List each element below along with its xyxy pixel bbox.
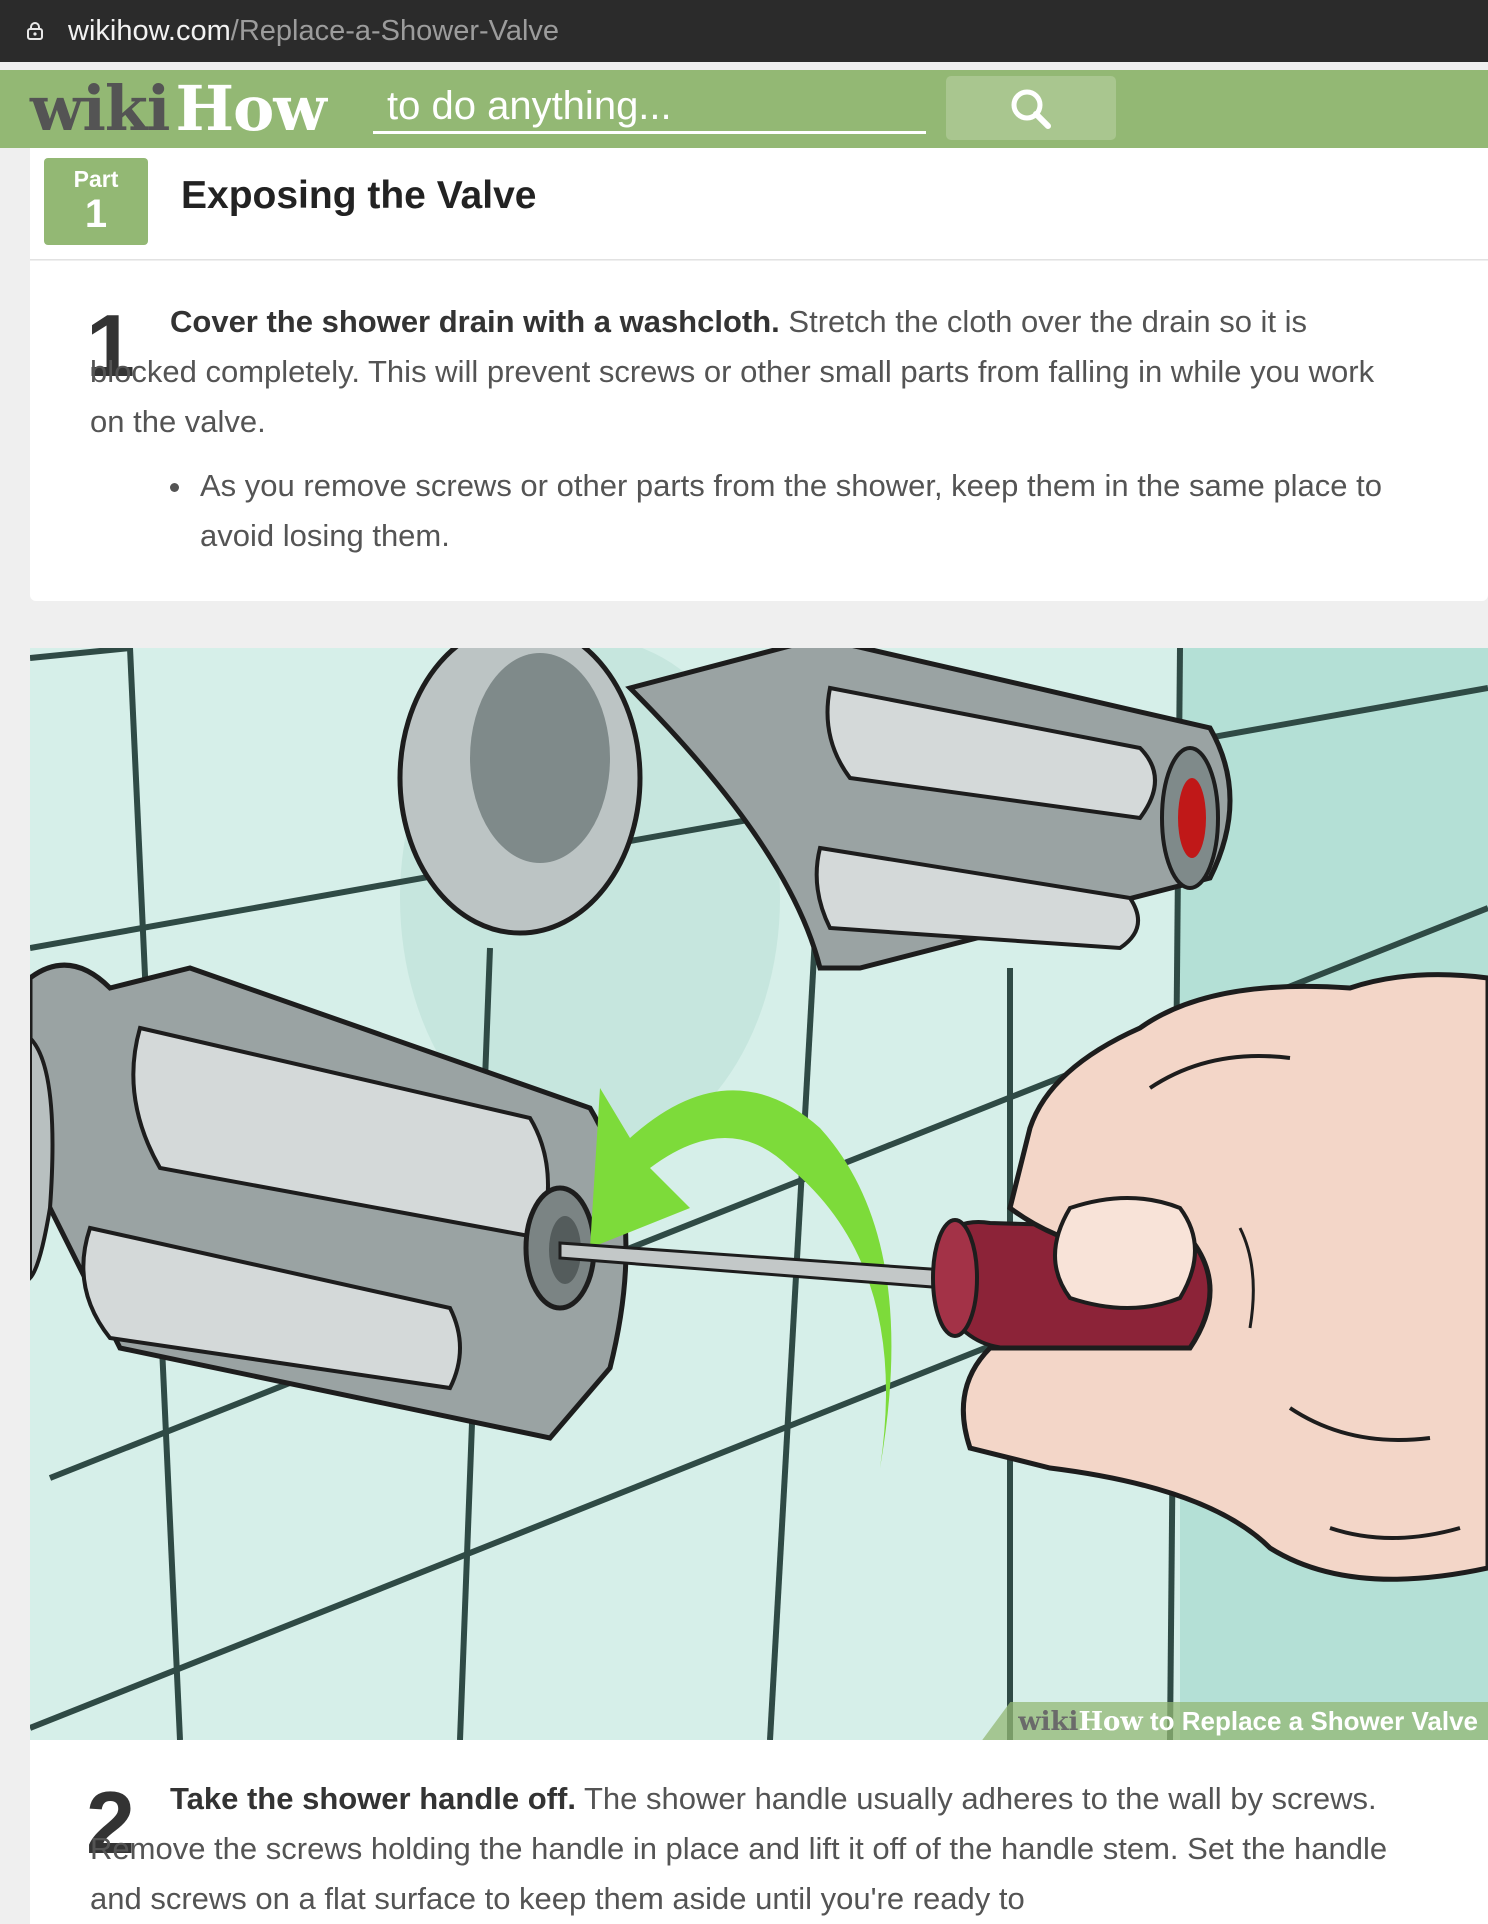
site-header: wikiHow to do anything... [0,70,1488,148]
part-label: Part [73,166,119,192]
part-heading: Part 1 Exposing the Valve [30,148,1488,260]
part-badge: Part 1 [44,158,148,245]
watermark-text: to Replace a Shower Valve [1142,1706,1478,1736]
step-summary: Cover the shower drain with a washcloth. [170,304,780,339]
step-card-2: 2 Take the shower handle off. The shower… [30,1740,1488,1924]
search-icon [1011,89,1051,129]
part-title: Exposing the Valve [181,174,537,217]
watermark-how: How [1078,1707,1143,1737]
step-summary: Take the shower handle off. [170,1781,576,1816]
step-text: Cover the shower drain with a washcloth.… [90,297,1410,447]
url-path: /Replace-a-Shower-Valve [230,15,560,47]
bullet-text: As you remove screws or other parts from… [200,468,1382,553]
bullet-dot [170,483,179,492]
logo-wiki: wiki [30,72,170,145]
part-number: 1 [84,192,108,236]
shower-handle-screwdriver-illustration [30,648,1488,1740]
watermark-wiki: wiki [1018,1707,1079,1737]
url-text[interactable]: wikihow.com/Replace-a-Shower-Valve [68,16,559,46]
search-button[interactable] [946,76,1116,140]
lock-icon [27,22,43,40]
url-host: wikihow.com [68,15,231,47]
step-bullet: As you remove screws or other parts from… [170,461,1410,561]
logo-how: How [175,72,326,145]
image-watermark: wikiHow to Replace a Shower Valve [982,1702,1488,1740]
browser-url-bar[interactable]: wikihow.com/Replace-a-Shower-Valve [0,0,1488,62]
search-input[interactable]: to do anything... [373,80,926,134]
step-illustration[interactable]: wikiHow to Replace a Shower Valve [30,648,1488,1740]
wikihow-logo[interactable]: wikiHow [30,72,327,145]
step-card-1: 1 Cover the shower drain with a washclot… [30,261,1488,601]
step-text: Take the shower handle off. The shower h… [90,1774,1410,1924]
